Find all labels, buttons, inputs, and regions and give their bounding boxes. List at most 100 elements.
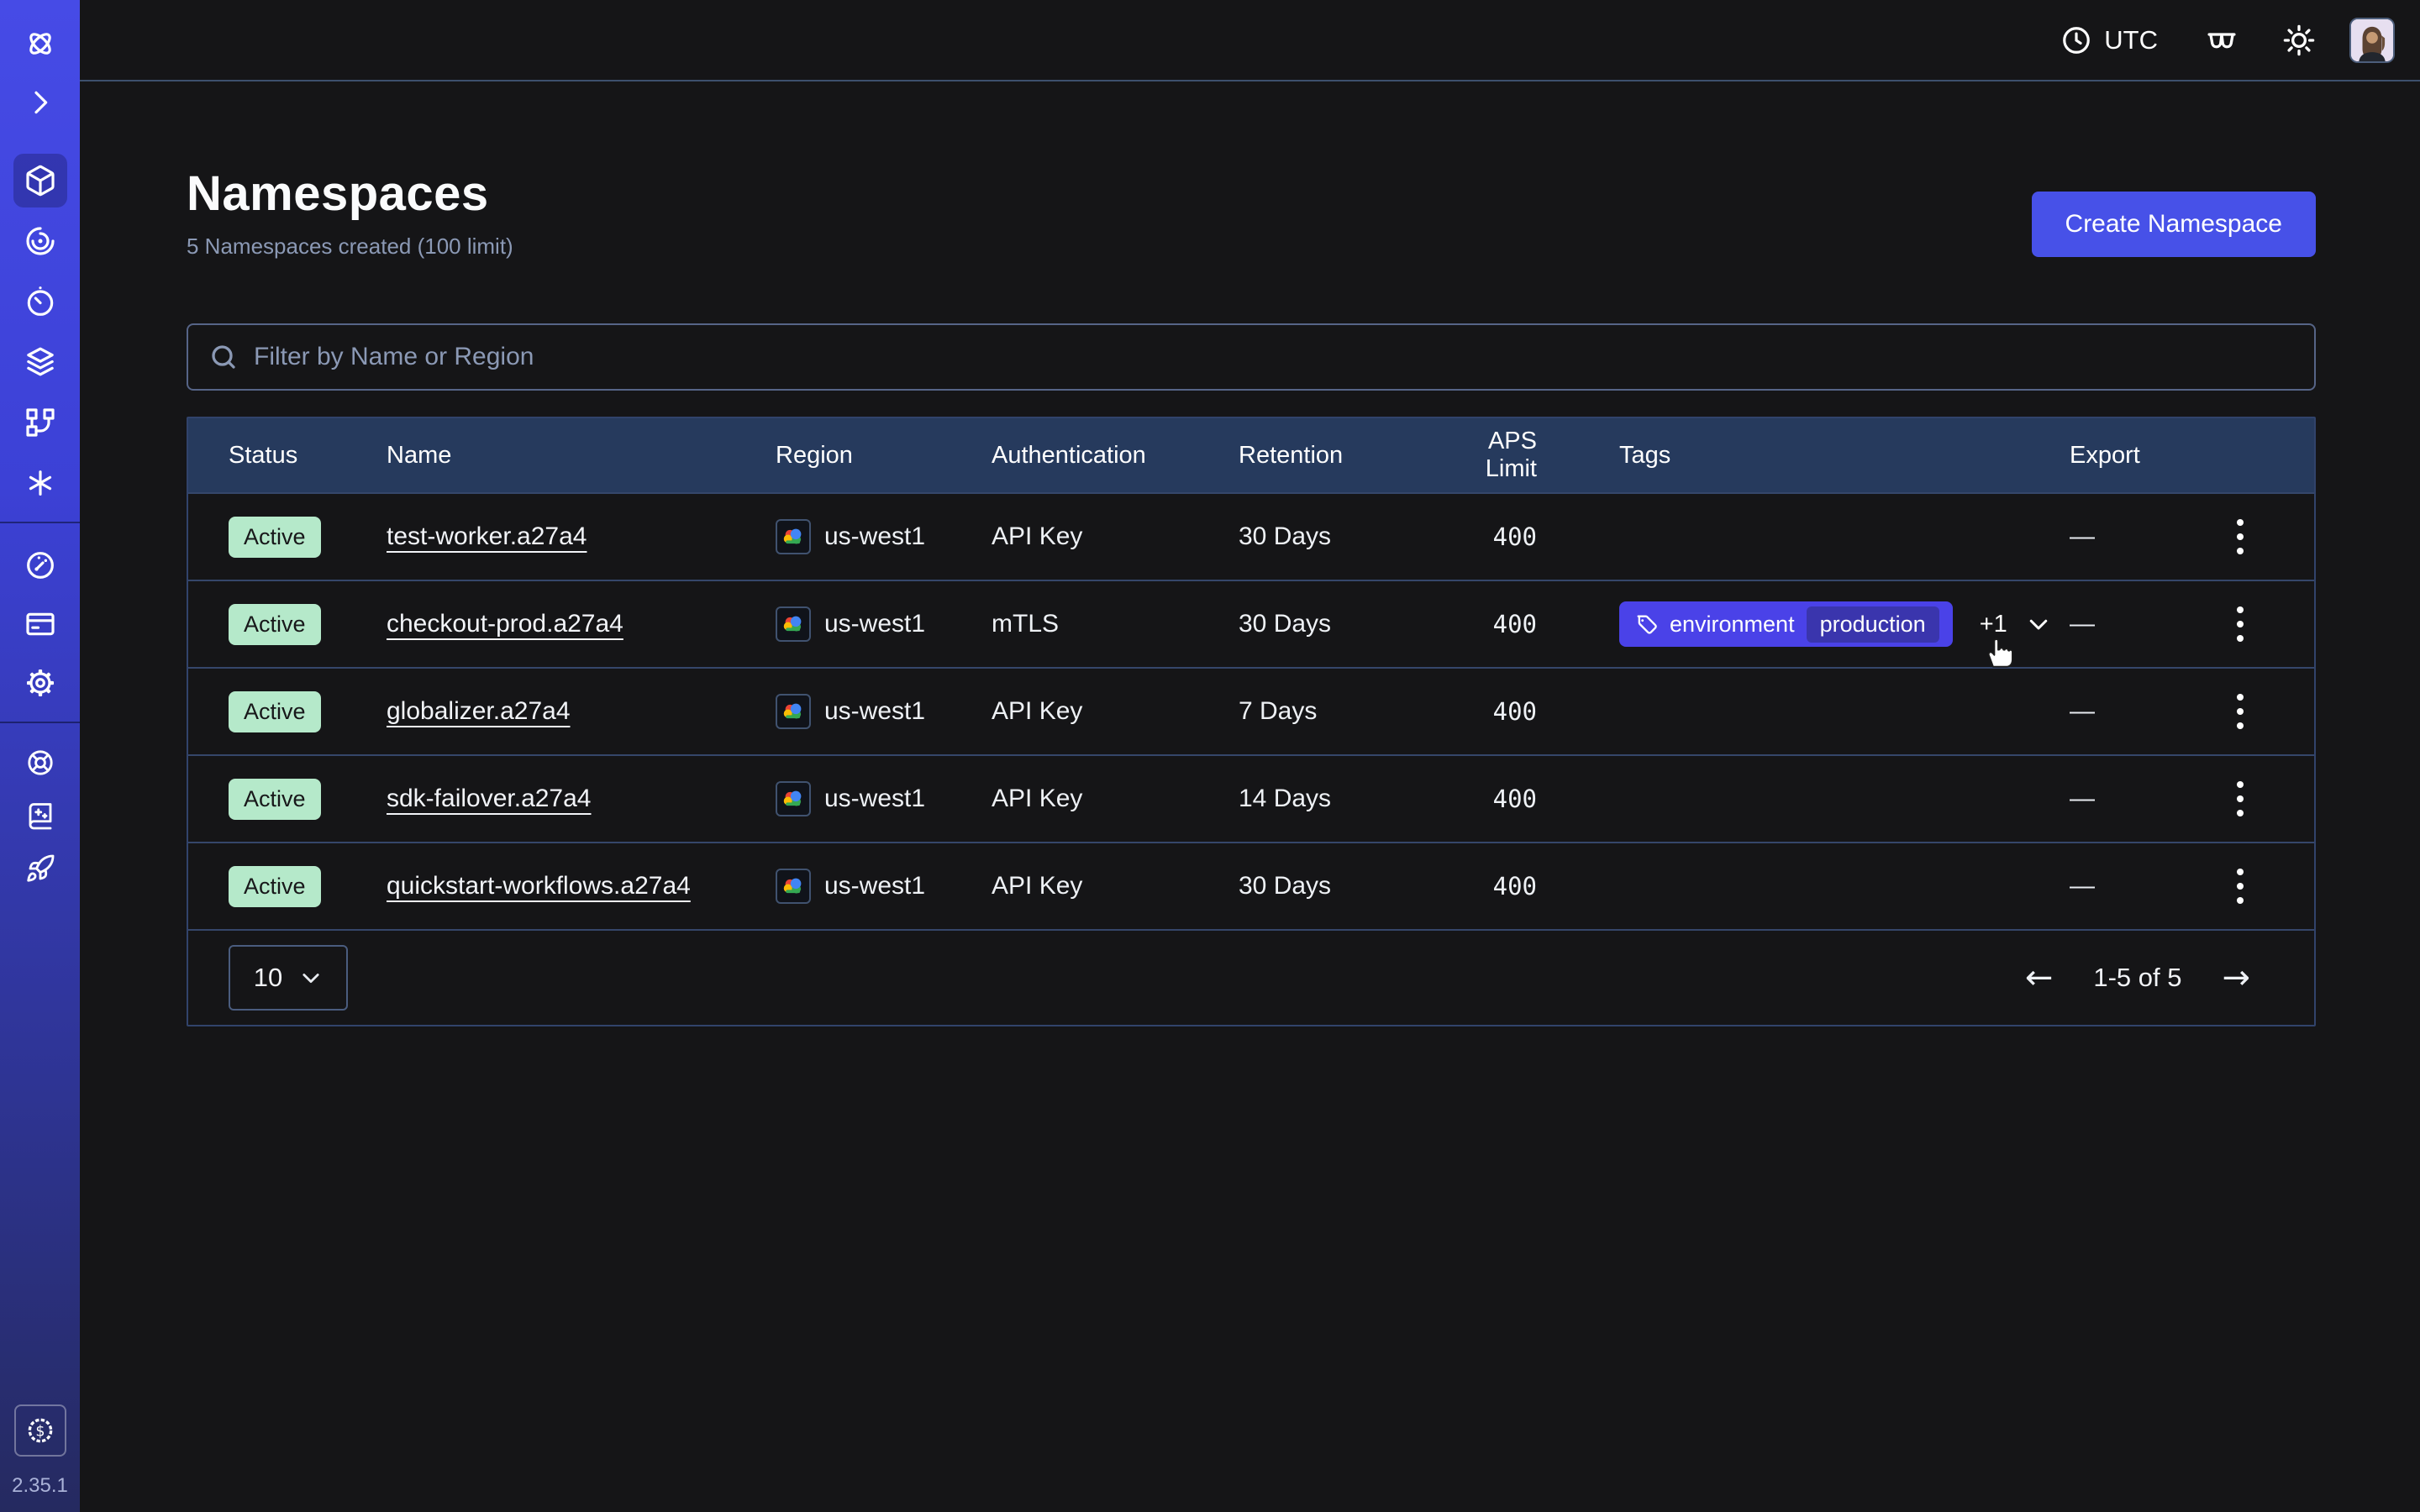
user-avatar[interactable] xyxy=(2349,18,2395,63)
sidebar-item-deployments[interactable] xyxy=(13,335,67,389)
main-content: Namespaces 5 Namespaces created (100 lim… xyxy=(80,81,2420,1512)
namespaces-table: Status Name Region Authentication Retent… xyxy=(187,417,2316,1026)
tag-value: production xyxy=(1807,606,1939,643)
branch-icon xyxy=(24,406,57,439)
lifebuoy-icon xyxy=(25,748,55,778)
table-row: Active checkout-prod.a27a4 us-west1 mTLS… xyxy=(188,580,2314,667)
rocket-icon xyxy=(25,853,55,884)
col-tags: Tags xyxy=(1619,442,2070,470)
table-row: Active test-worker.a27a4 us-west1 API Ke… xyxy=(188,492,2314,580)
next-page-arrow-icon[interactable]: → xyxy=(2222,961,2250,995)
retention-value: 30 Days xyxy=(1239,872,1430,900)
aps-limit-value: 400 xyxy=(1430,610,1537,638)
timer-icon xyxy=(24,285,57,318)
svg-text:$: $ xyxy=(35,1423,45,1440)
retention-value: 30 Days xyxy=(1239,522,1430,551)
pagination-range: 1-5 of 5 xyxy=(2093,963,2181,993)
filter-input[interactable] xyxy=(254,343,2294,371)
asterisk-icon xyxy=(24,466,57,500)
tag-icon xyxy=(1634,612,1658,636)
temporal-logo-icon[interactable] xyxy=(13,17,67,71)
theme-toggle-button[interactable] xyxy=(2279,20,2319,60)
namespace-link[interactable]: quickstart-workflows.a27a4 xyxy=(387,872,691,900)
sidebar-item-namespaces[interactable] xyxy=(13,154,67,207)
col-retention: Retention xyxy=(1239,442,1430,470)
sidebar-item-nexus[interactable] xyxy=(13,396,67,449)
status-badge: Active xyxy=(229,604,321,645)
export-value: — xyxy=(2070,697,2196,726)
export-value: — xyxy=(2070,522,2196,551)
col-status: Status xyxy=(229,442,387,470)
aps-limit-value: 400 xyxy=(1430,522,1537,551)
credits-seal-icon: $ xyxy=(24,1414,57,1447)
page-subtitle: 5 Namespaces created (100 limit) xyxy=(187,234,513,260)
region-label: us-west1 xyxy=(824,610,925,638)
region-label: us-west1 xyxy=(824,872,925,900)
sidebar-item-schedules[interactable] xyxy=(13,275,67,328)
aps-limit-value: 400 xyxy=(1430,785,1537,813)
row-menu-kebab-icon[interactable] xyxy=(2220,772,2260,826)
table-header: Status Name Region Authentication Retent… xyxy=(188,418,2314,492)
app-version: 2.35.1 xyxy=(0,1474,80,1498)
chevron-down-icon xyxy=(299,966,323,990)
search-icon xyxy=(208,342,239,372)
clock-icon xyxy=(2060,24,2092,56)
tags-cell: environment production +1 xyxy=(1619,601,2070,647)
auth-value: API Key xyxy=(992,785,1239,813)
billing-card-icon xyxy=(24,607,57,641)
page-size-select[interactable]: 10 xyxy=(229,945,348,1011)
page-title: Namespaces xyxy=(187,165,513,222)
region-label: us-west1 xyxy=(824,785,925,813)
tag-chip[interactable]: environment production xyxy=(1619,601,1953,647)
namespace-link[interactable]: globalizer.a27a4 xyxy=(387,697,571,725)
region-label: us-west1 xyxy=(824,697,925,726)
gcp-icon xyxy=(776,694,811,729)
create-namespace-button[interactable]: Create Namespace xyxy=(2032,192,2316,257)
gauge-icon xyxy=(24,549,57,582)
sidebar-item-getting-started[interactable] xyxy=(17,845,64,892)
row-menu-kebab-icon[interactable] xyxy=(2220,597,2260,651)
export-value: — xyxy=(2070,872,2196,900)
tag-key: environment xyxy=(1670,612,1795,638)
sidebar-item-workflows[interactable] xyxy=(13,214,67,268)
sidebar-item-billing[interactable] xyxy=(13,597,67,651)
retention-value: 7 Days xyxy=(1239,697,1430,726)
tags-more-count[interactable]: +1 xyxy=(1980,611,2007,638)
table-footer: 10 ← 1-5 of 5 → xyxy=(188,929,2314,1025)
retention-value: 14 Days xyxy=(1239,785,1430,813)
namespace-link[interactable]: test-worker.a27a4 xyxy=(387,522,587,550)
book-sparkles-icon xyxy=(25,801,55,831)
chevron-down-icon[interactable] xyxy=(2026,612,2051,637)
col-export: Export xyxy=(2070,442,2196,470)
region-label: us-west1 xyxy=(824,522,925,551)
retention-value: 30 Days xyxy=(1239,610,1430,638)
prev-page-arrow-icon[interactable]: ← xyxy=(2025,961,2054,995)
credits-badge-button[interactable]: $ xyxy=(14,1404,66,1457)
sidebar-item-usage[interactable] xyxy=(13,538,67,592)
sidebar-item-docs[interactable] xyxy=(17,792,64,839)
namespace-link[interactable]: sdk-failover.a27a4 xyxy=(387,785,592,812)
namespace-link[interactable]: checkout-prod.a27a4 xyxy=(387,610,623,638)
row-menu-kebab-icon[interactable] xyxy=(2220,510,2260,564)
timezone-label: UTC xyxy=(2104,25,2158,55)
expand-sidebar-chevron-icon[interactable] xyxy=(13,76,67,129)
layers-icon xyxy=(24,345,57,379)
col-region: Region xyxy=(776,442,992,470)
row-menu-kebab-icon[interactable] xyxy=(2220,685,2260,738)
gear-icon xyxy=(24,666,57,700)
auth-value: API Key xyxy=(992,872,1239,900)
sidebar-item-batch-operations[interactable] xyxy=(13,456,67,510)
status-badge: Active xyxy=(229,517,321,558)
status-badge: Active xyxy=(229,691,321,732)
export-value: — xyxy=(2070,610,2196,638)
sidebar-item-support[interactable] xyxy=(17,739,64,786)
feedback-glasses-button[interactable] xyxy=(2202,20,2242,60)
col-name: Name xyxy=(387,442,776,470)
glasses-icon xyxy=(2204,23,2239,58)
gcp-icon xyxy=(776,606,811,642)
row-menu-kebab-icon[interactable] xyxy=(2220,859,2260,913)
sidebar-item-settings[interactable] xyxy=(13,656,67,710)
status-badge: Active xyxy=(229,866,321,907)
gcp-icon xyxy=(776,869,811,904)
timezone-selector[interactable]: UTC xyxy=(2060,24,2158,56)
